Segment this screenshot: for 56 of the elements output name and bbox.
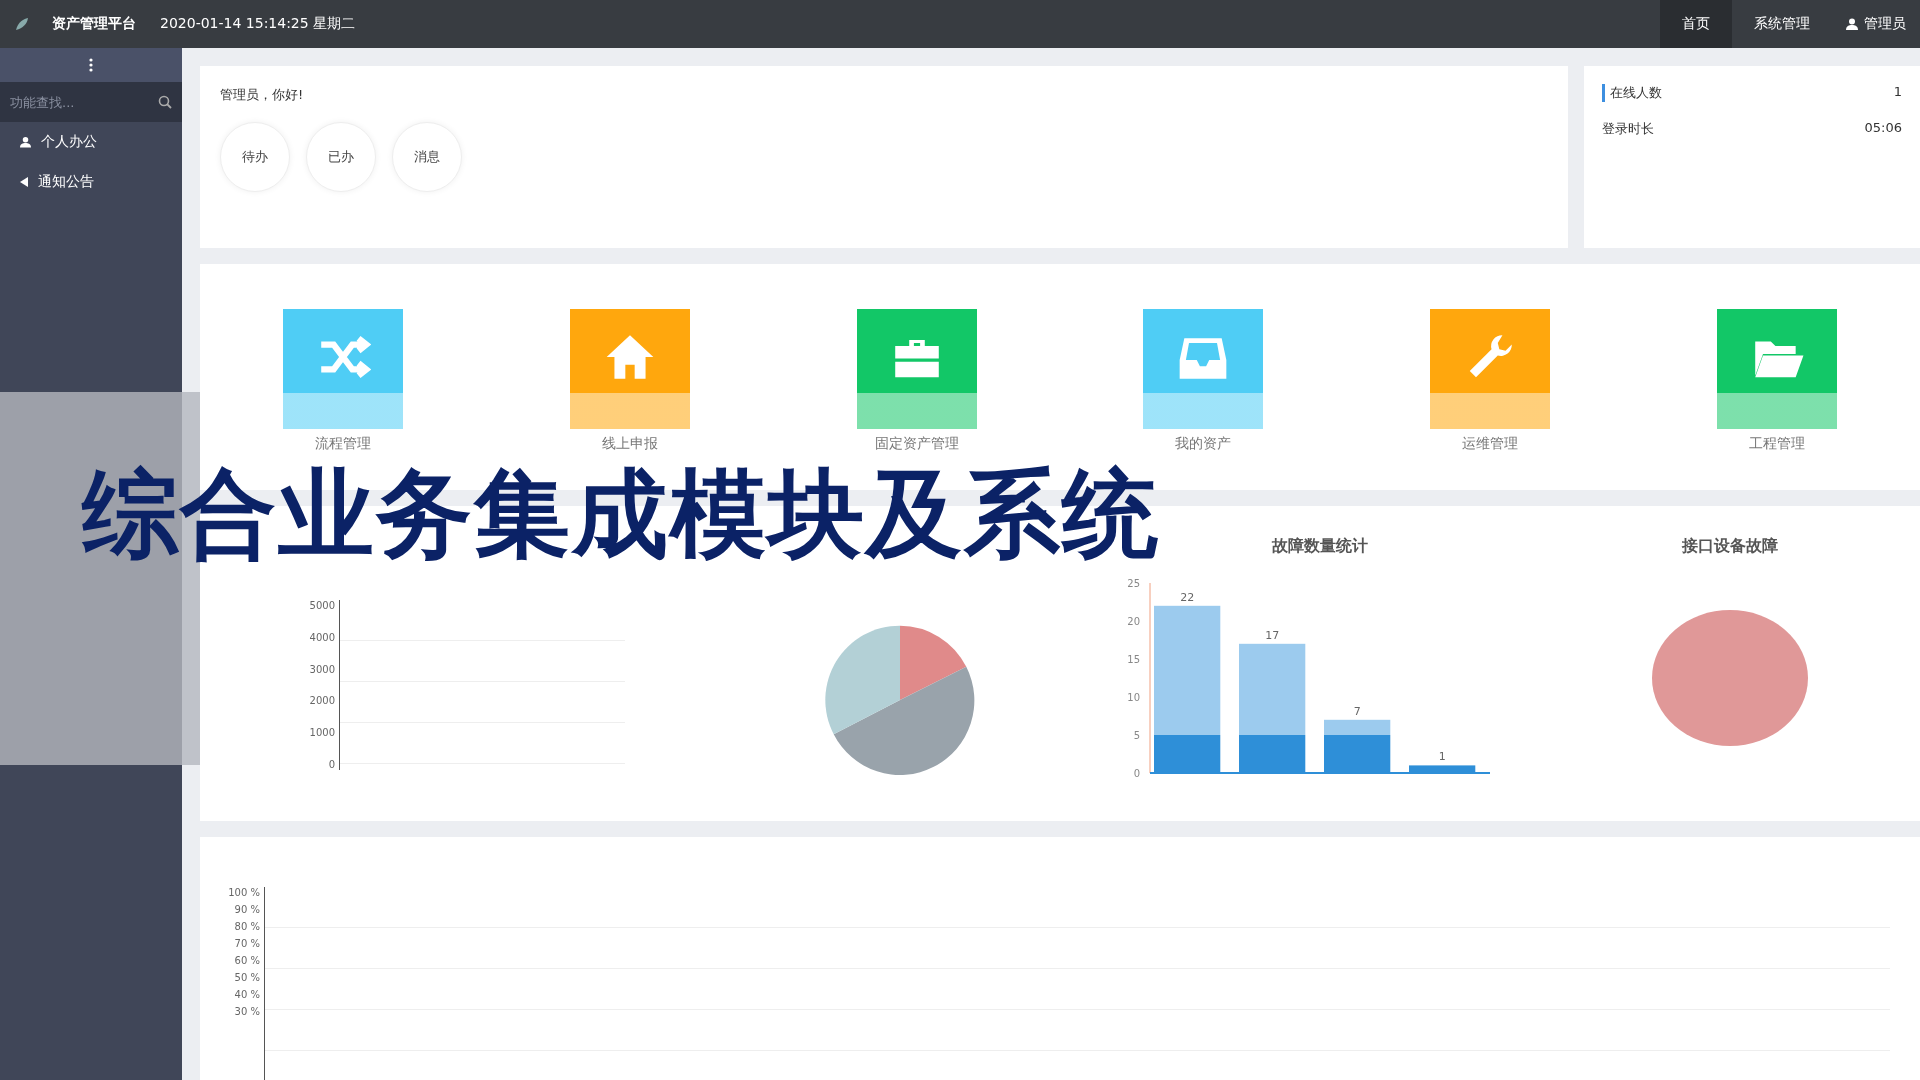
module-tile[interactable]: 我的资产 (1137, 308, 1270, 454)
chart-title: 故障数量统计 (1272, 536, 1368, 557)
chart-title: 接口设备故障 (1682, 536, 1778, 557)
axis-tick-label: 15 (1127, 654, 1140, 665)
module-tile[interactable]: 运维管理 (1423, 308, 1556, 454)
info-label: 登录时长 (1602, 120, 1654, 138)
axis-tick-label: 10 (1127, 692, 1140, 703)
axis-tick-label: 30 % (233, 1006, 260, 1017)
date-time: 2020-01-14 15:14:25 星期二 (160, 15, 357, 33)
app-title: 资产管理平台 (52, 15, 136, 33)
module-tile[interactable]: 固定资产管理 (850, 308, 983, 454)
module-tile[interactable]: 线上申报 (564, 308, 696, 454)
axis-tick-label: 70 % (233, 938, 260, 949)
module-tile[interactable]: 流程管理 (277, 308, 410, 454)
info-label: 在线人数 (1602, 84, 1662, 102)
sidebar-item[interactable]: 通知公告 (0, 162, 182, 202)
axis-tick-label: 100 % (227, 887, 260, 898)
axis-tick-label: 2000 (308, 695, 335, 707)
axis-tick-label: 4000 (308, 631, 335, 643)
axis-tick-label: 25 (1127, 578, 1140, 589)
search-field[interactable]: 功能查找... (0, 82, 182, 122)
axis-tick-label: 5 (1133, 730, 1140, 741)
bar-value-label: 1 (1438, 750, 1446, 764)
nav-tab[interactable]: 首页 (1660, 0, 1732, 48)
info-value: 05:06 (1864, 120, 1902, 137)
caret-icon (20, 177, 28, 187)
axis-tick-label: 40 % (233, 989, 260, 1000)
axis-tick-label: 90 % (233, 904, 260, 915)
shortcut-button[interactable]: 消息 (392, 122, 462, 192)
axis-tick-label: 1000 (308, 727, 335, 739)
overlay-title: 综合业务集成模块及系统 (82, 466, 1160, 562)
more-icon[interactable] (89, 58, 93, 72)
nav-tab[interactable]: 系统管理 (1732, 0, 1832, 48)
axis-tick-label: 80 % (233, 921, 260, 932)
axis-tick-label: 60 % (233, 955, 260, 966)
axis-tick-label: 50 % (233, 972, 260, 983)
chart-bar (1409, 765, 1476, 773)
leaf-icon (14, 16, 30, 32)
axis-tick-label: 3000 (308, 663, 335, 675)
search-icon[interactable] (158, 95, 172, 109)
shortcut-button[interactable]: 已办 (306, 122, 376, 192)
sidebar-item[interactable]: 个人办公 (0, 122, 182, 162)
axis-tick-label: 5000 (308, 600, 335, 611)
greeting-text: 管理员，你好! (220, 86, 305, 104)
info-value: 1 (1893, 84, 1902, 101)
bar-value-label: 17 (1265, 628, 1280, 642)
axis-tick-label: 20 (1127, 616, 1140, 627)
bar-value-label: 22 (1180, 590, 1195, 604)
module-tile[interactable]: 工程管理 (1710, 308, 1843, 454)
bar-value-label: 7 (1353, 704, 1361, 718)
user-menu[interactable]: 管理员 (1832, 15, 1920, 33)
axis-tick-label: 0 (327, 759, 335, 770)
user-icon (1846, 18, 1858, 30)
shortcut-button[interactable]: 待办 (220, 122, 290, 192)
user-icon (20, 136, 31, 148)
axis-tick-label: 0 (1133, 768, 1140, 779)
